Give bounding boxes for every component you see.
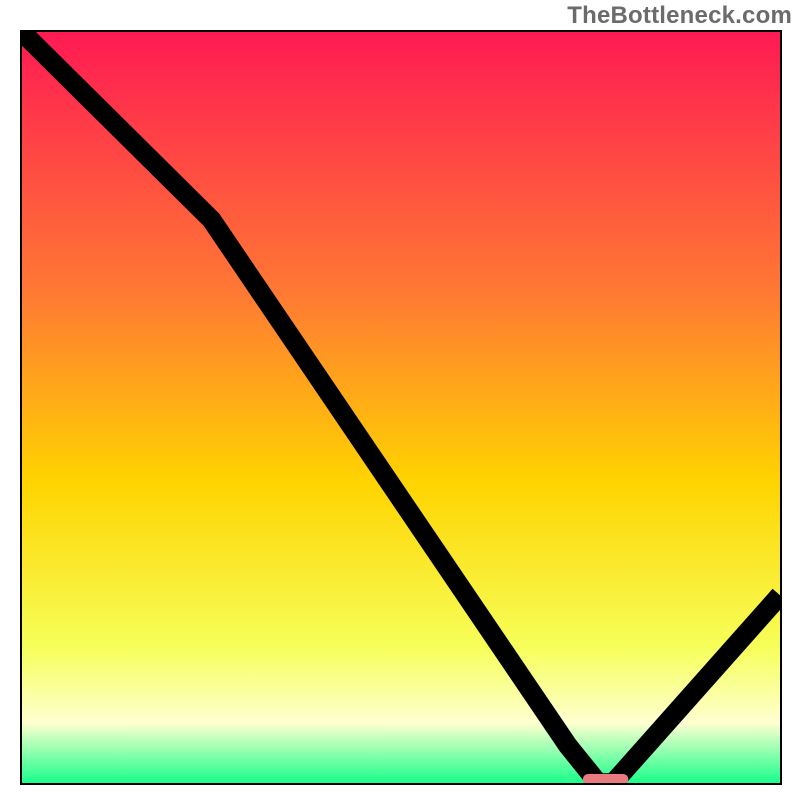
plot-area: [20, 30, 782, 785]
chart-container: TheBottleneck.com: [0, 0, 800, 800]
optimal-marker: [583, 774, 628, 783]
attribution-text: TheBottleneck.com: [567, 2, 792, 30]
plot-svg: [22, 32, 780, 783]
